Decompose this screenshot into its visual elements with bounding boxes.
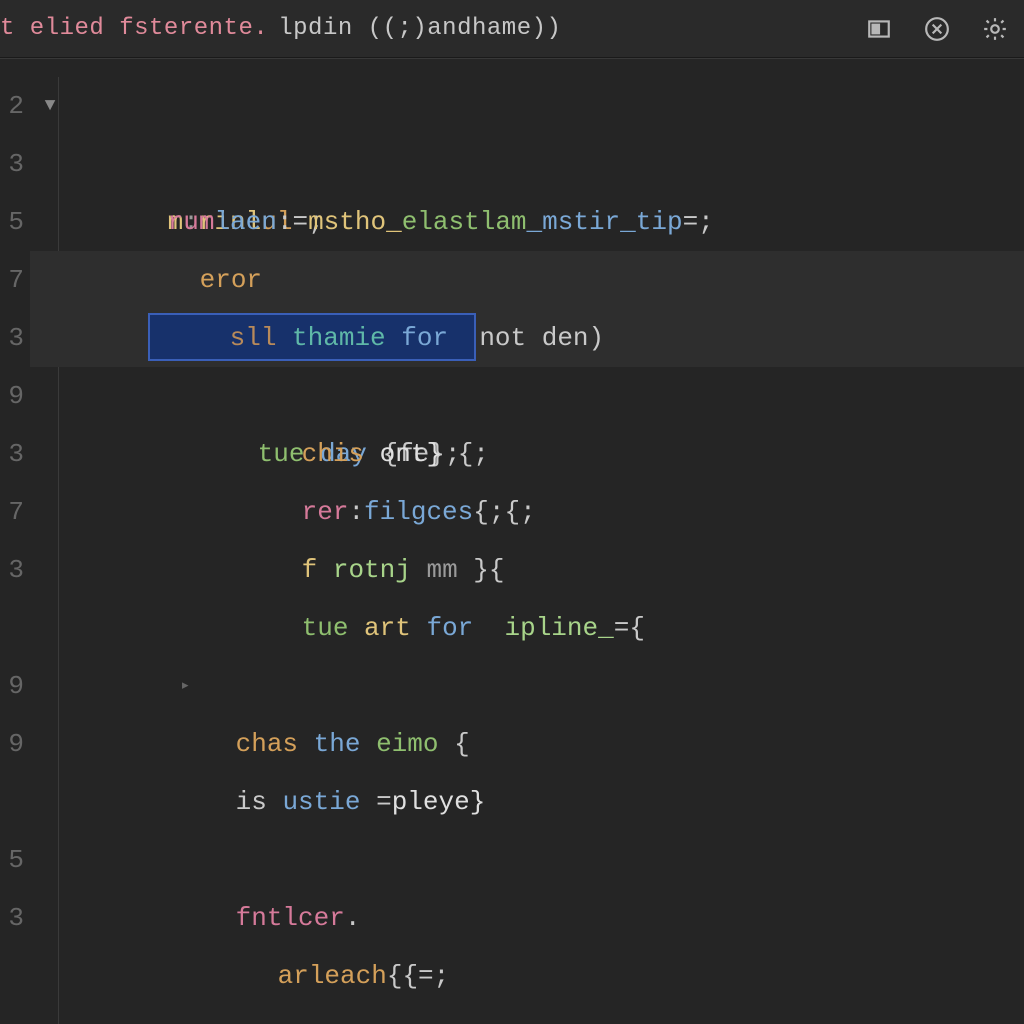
code-line[interactable]: rer:filgces{;{; <box>74 425 1024 483</box>
code-area[interactable]: ▼ m:rinlul=; rumlaen: mstho_elastlam_mst… <box>30 59 1024 1024</box>
code-line[interactable]: ▼ m:rinlul=; <box>74 77 1024 135</box>
line-gutter: 235 739 373 99 53 73 9 <box>0 59 30 1024</box>
tab-title: t elied fsterente. lpdin ((;)andhame)) <box>0 15 561 42</box>
code-line[interactable] <box>74 947 1024 1005</box>
code-line[interactable]: arleach{{=; <box>74 889 1024 947</box>
gear-icon[interactable] <box>980 14 1010 44</box>
code-line[interactable]: chis ont} {; <box>74 367 1024 425</box>
code-line[interactable]: is ustie =pleye} <box>74 715 1024 773</box>
toolbar-actions <box>864 14 1010 44</box>
code-line[interactable]: f rotnj mm }{ <box>74 483 1024 541</box>
code-line[interactable]: sll thamie for not den) <box>30 251 1024 309</box>
code-line[interactable]: } <box>74 1005 1024 1024</box>
code-line[interactable]: fntlcer. <box>74 831 1024 889</box>
title-filename: lpdin ((;)andhame)) <box>278 15 561 42</box>
code-line[interactable]: chas the eimo { <box>74 657 1024 715</box>
fold-caret-icon[interactable]: ▼ <box>40 77 60 135</box>
close-circle-icon[interactable] <box>922 14 952 44</box>
indent-guide <box>58 77 59 1024</box>
editor[interactable]: 235 739 373 99 53 73 9 ▼ m:rinlul=; ruml… <box>0 58 1024 1024</box>
titlebar: t elied fsterente. lpdin ((;)andhame)) <box>0 0 1024 58</box>
panel-icon[interactable] <box>864 14 894 44</box>
code-line[interactable]: tue art for ipline_={ <box>74 541 1024 599</box>
code-line[interactable]: rumlaen: mstho_elastlam_mstir_tip=; <box>74 135 1024 193</box>
title-prefix: t elied fsterente. <box>0 15 268 42</box>
code-line[interactable] <box>74 773 1024 831</box>
